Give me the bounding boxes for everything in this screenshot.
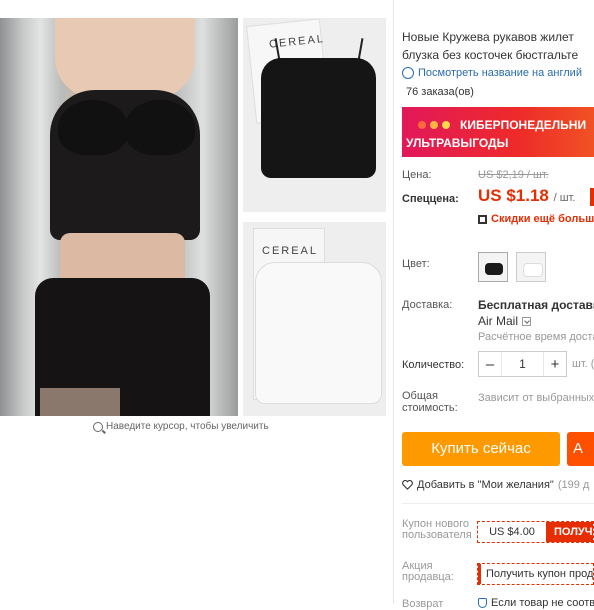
section-divider bbox=[402, 503, 594, 504]
product-info-panel: Новые Кружева рукавов жилет блузка без к… bbox=[402, 0, 594, 610]
product-title: Новые Кружева рукавов жилет блузка без к… bbox=[402, 28, 594, 64]
chevron-down-icon bbox=[522, 316, 532, 326]
returns-label: Возврат bbox=[402, 598, 444, 610]
more-discounts-text: Скидки ещё больше bbox=[491, 213, 594, 225]
old-price: US $2,19 / шт. bbox=[478, 169, 549, 181]
zoom-hint-text: Наведите курсор, чтобы увеличить bbox=[106, 421, 269, 432]
banner-title: КИБЕРПОНЕДЕЛЬНИ bbox=[460, 118, 587, 132]
coupon-label-line: пользователя bbox=[402, 529, 472, 541]
product-title-line: блузка без косточек бюстгальте bbox=[402, 48, 579, 62]
product-title-line: Новые Кружева рукавов жилет bbox=[402, 30, 574, 44]
thumbnail-black-bralette[interactable]: CEREAL bbox=[243, 18, 386, 212]
sale-price-label: Спеццена: bbox=[402, 193, 459, 205]
translate-icon bbox=[402, 67, 414, 79]
add-to-cart-button[interactable]: A bbox=[567, 432, 594, 466]
get-coupon-button[interactable]: ПОЛУЧ bbox=[546, 522, 593, 542]
buy-now-button[interactable]: Купить сейчас bbox=[402, 432, 560, 466]
price-label: Цена: bbox=[402, 169, 432, 181]
shipping-method-value: Air Mail bbox=[478, 314, 519, 328]
heart-icon bbox=[402, 480, 413, 490]
quantity-stepper: – 1 + bbox=[478, 351, 567, 377]
total-label-line: стоимость: bbox=[402, 402, 458, 414]
wishlist-text: Добавить в "Мои желания" bbox=[417, 479, 554, 491]
quantity-increase-button[interactable]: + bbox=[544, 356, 566, 373]
shipping-free-text: Бесплатная доставка к bbox=[478, 298, 594, 312]
more-discounts-link[interactable]: Скидки ещё больше bbox=[478, 213, 594, 225]
translate-title-link[interactable]: Посмотреть название на англий bbox=[402, 67, 582, 79]
image-white-bralette bbox=[255, 262, 382, 404]
color-option-white[interactable] bbox=[516, 252, 546, 282]
quantity-label: Количество: bbox=[402, 359, 465, 371]
image-black-bralette bbox=[261, 58, 376, 178]
total-label-line: Общая bbox=[402, 390, 438, 402]
image-cup-right bbox=[125, 100, 195, 155]
shield-icon bbox=[478, 598, 487, 608]
sale-price-tag bbox=[590, 188, 594, 206]
add-to-wishlist-link[interactable]: Добавить в "Мои желания" (199 д bbox=[402, 479, 589, 491]
shipping-method-select[interactable]: Air Mail bbox=[478, 314, 532, 328]
image-cup-left bbox=[58, 100, 128, 155]
main-product-image[interactable] bbox=[0, 18, 238, 416]
banner-subtitle: УЛЬТРАВЫГОДЫ bbox=[406, 136, 509, 150]
translate-link-text: Посмотреть название на англий bbox=[418, 67, 582, 79]
box-brand-label: CEREAL bbox=[262, 245, 319, 257]
promo-label-line: продавца: bbox=[402, 571, 454, 583]
banner-dot-icon bbox=[430, 121, 438, 129]
seller-promo-label: Акция продавца: bbox=[402, 561, 454, 583]
product-gallery: CEREAL CEREAL bbox=[0, 18, 386, 416]
quantity-unit: шт. ( bbox=[572, 358, 594, 370]
wishlist-count: (199 д bbox=[557, 479, 590, 491]
image-figure-skin bbox=[55, 18, 195, 98]
search-icon bbox=[93, 421, 103, 432]
swatch-thumbnail bbox=[523, 263, 543, 277]
sale-price-value: US $1.18 bbox=[478, 186, 549, 205]
qr-code-icon bbox=[478, 214, 487, 224]
swatch-thumbnail bbox=[485, 263, 503, 275]
image-shorts-lace bbox=[40, 388, 120, 416]
new-user-coupon: US $4.00 ПОЛУЧ bbox=[477, 521, 594, 543]
returns-policy-text: Если товар не соотв bbox=[491, 597, 594, 609]
total-label: Общая стоимость: bbox=[402, 390, 458, 414]
thumbnail-white-bralette[interactable]: CEREAL bbox=[243, 222, 386, 416]
shipping-estimate: Расчётное время достав bbox=[478, 331, 594, 343]
total-value: Зависит от выбранных bbox=[478, 392, 594, 404]
color-label: Цвет: bbox=[402, 258, 430, 270]
quantity-decrease-button[interactable]: – bbox=[479, 356, 501, 373]
color-option-black[interactable] bbox=[478, 252, 508, 282]
promo-banner[interactable]: КИБЕРПОНЕДЕЛЬНИ УЛЬТРАВЫГОДЫ bbox=[402, 107, 594, 157]
sale-price-unit: / шт. bbox=[553, 192, 576, 204]
returns-policy: Если товар не соотв bbox=[478, 597, 594, 609]
sale-price: US $1.18 / шт. bbox=[478, 186, 575, 206]
get-seller-coupon-button[interactable]: Получить купон прод bbox=[477, 563, 594, 585]
zoom-hint: Наведите курсор, чтобы увеличить bbox=[93, 421, 269, 432]
column-divider bbox=[393, 0, 394, 604]
coupon-amount: US $4.00 bbox=[489, 526, 535, 538]
new-user-coupon-label: Купон нового пользователя bbox=[402, 519, 472, 541]
shipping-label: Доставка: bbox=[402, 299, 453, 311]
banner-dot-icon bbox=[442, 121, 450, 129]
banner-dot-icon bbox=[418, 121, 426, 129]
quantity-input[interactable]: 1 bbox=[501, 352, 544, 376]
orders-count: 76 заказа(ов) bbox=[406, 86, 474, 98]
